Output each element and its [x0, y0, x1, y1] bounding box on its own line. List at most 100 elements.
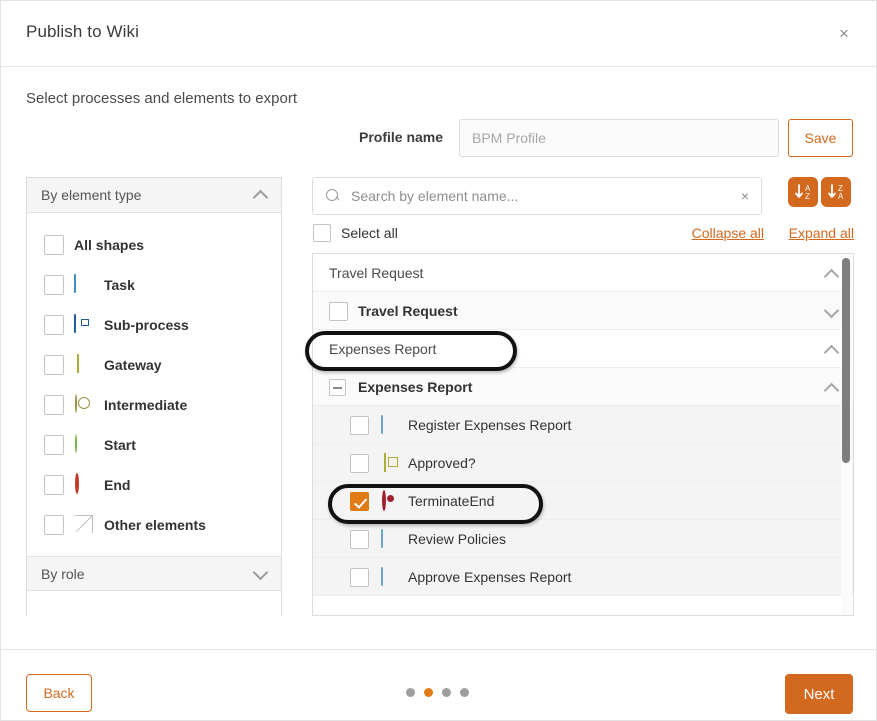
task-icon — [74, 275, 94, 295]
task-icon — [381, 530, 401, 550]
step-dot-1[interactable] — [406, 688, 415, 697]
clear-search-icon[interactable]: × — [741, 188, 749, 204]
dialog-subtitle: Select processes and elements to export — [26, 90, 297, 107]
back-button[interactable]: Back — [26, 674, 92, 712]
checkbox-sub-process[interactable] — [44, 315, 64, 335]
section-by-element-type-label: By element type — [41, 187, 141, 203]
sort-descending-button[interactable]: Z A — [821, 177, 851, 207]
gateway-icon — [381, 454, 401, 474]
section-by-role[interactable]: By role — [27, 556, 281, 591]
element-type-item-task[interactable]: Task — [27, 266, 281, 306]
tree-row-checkbox[interactable] — [350, 416, 369, 435]
tree-row[interactable]: Approved? — [313, 444, 853, 482]
element-type-item-gateway[interactable]: Gateway — [27, 346, 281, 386]
profile-name-label: Profile name — [359, 129, 443, 145]
step-dot-2[interactable] — [424, 688, 433, 697]
tree-row[interactable]: Travel Request — [313, 292, 853, 330]
select-all-row: Select all Collapse all Expand all — [312, 222, 854, 246]
close-icon[interactable]: × — [832, 22, 856, 46]
search-icon — [326, 189, 340, 203]
other-elements-icon — [74, 515, 94, 535]
chevron-up-icon — [255, 190, 267, 202]
tree-row-checkbox[interactable] — [350, 530, 369, 549]
tree-row-checkbox[interactable] — [350, 492, 369, 511]
checkbox-intermediate[interactable] — [44, 395, 64, 415]
task-icon — [381, 416, 401, 436]
end-event-icon — [381, 492, 401, 512]
svg-text:Z: Z — [805, 192, 810, 201]
element-type-item-other-elements[interactable]: Other elements — [27, 506, 281, 546]
tree-row-checkbox[interactable] — [329, 302, 348, 321]
section-by-element-type[interactable]: By element type — [27, 178, 281, 213]
select-all-checkbox[interactable] — [313, 224, 331, 242]
expand-all-link[interactable]: Expand all — [789, 225, 854, 241]
tree-row-label: Expenses Report — [358, 379, 472, 395]
element-type-item-sub-process[interactable]: Sub-process — [27, 306, 281, 346]
next-button[interactable]: Next — [785, 674, 853, 714]
tree-row-label: Expenses Report — [329, 341, 436, 357]
tree-scrollbar-thumb[interactable] — [842, 258, 850, 463]
element-tree[interactable]: Travel Request Travel Request Expenses R… — [312, 253, 854, 616]
element-type-label: Sub-process — [104, 317, 189, 333]
checkbox-all-shapes[interactable] — [44, 235, 64, 255]
step-indicator — [406, 688, 469, 697]
tree-row-label: TerminateEnd — [408, 493, 494, 509]
dialog-footer: Back Next — [1, 649, 877, 720]
page-title: Publish to Wiki — [26, 22, 139, 42]
tree-row-label: Approve Expenses Report — [408, 569, 571, 585]
by-role-empty-area — [27, 591, 281, 651]
chevron-down-icon[interactable] — [826, 307, 838, 317]
collapse-all-link[interactable]: Collapse all — [692, 225, 764, 241]
element-type-item-intermediate[interactable]: Intermediate — [27, 386, 281, 426]
search-input[interactable] — [349, 178, 729, 214]
checkbox-other-elements[interactable] — [44, 515, 64, 535]
end-event-icon — [74, 475, 94, 495]
tree-row-checkbox[interactable] — [350, 454, 369, 473]
element-type-item-all-shapes[interactable]: All shapes — [27, 226, 281, 266]
element-type-item-end[interactable]: End — [27, 466, 281, 506]
tree-row[interactable]: Expenses Report — [313, 330, 853, 368]
profile-name-input[interactable] — [459, 119, 779, 157]
checkbox-gateway[interactable] — [44, 355, 64, 375]
element-type-label: All shapes — [74, 237, 144, 253]
element-type-label: Other elements — [104, 517, 206, 533]
element-type-item-start[interactable]: Start — [27, 426, 281, 466]
profile-name-row: Profile name Save — [1, 119, 877, 159]
publish-to-wiki-dialog: Publish to Wiki × Select processes and e… — [0, 0, 877, 721]
section-by-role-label: By role — [41, 566, 85, 582]
chevron-up-icon[interactable] — [826, 269, 838, 279]
intermediate-event-icon — [74, 395, 94, 415]
tree-row[interactable]: Travel Request — [313, 254, 853, 292]
select-all-label: Select all — [341, 225, 398, 241]
element-type-list: All shapes Task Sub-process Gateway — [27, 213, 281, 556]
tree-row[interactable]: Expenses Report — [313, 368, 853, 406]
chevron-up-icon[interactable] — [826, 383, 838, 393]
task-icon — [381, 568, 401, 588]
checkbox-end[interactable] — [44, 475, 64, 495]
chevron-down-icon — [255, 569, 267, 581]
chevron-up-icon[interactable] — [826, 345, 838, 355]
element-type-label: Task — [104, 277, 135, 293]
checkbox-start[interactable] — [44, 435, 64, 455]
checkbox-task[interactable] — [44, 275, 64, 295]
element-type-label: Intermediate — [104, 397, 187, 413]
tree-row[interactable]: Register Expenses Report — [313, 406, 853, 444]
tree-row[interactable]: Approve Expenses Report — [313, 558, 853, 596]
sub-process-icon — [74, 315, 94, 335]
tree-row-checkbox[interactable] — [350, 568, 369, 587]
tree-row-label: Approved? — [408, 455, 476, 471]
gateway-icon — [74, 355, 94, 375]
dialog-header: Publish to Wiki × — [1, 1, 877, 67]
search-box: × — [312, 177, 762, 215]
collapse-toggle-icon[interactable] — [329, 379, 346, 396]
filter-panel: By element type All shapes Task Sub-proc… — [26, 177, 282, 616]
save-button[interactable]: Save — [788, 119, 853, 157]
tree-row[interactable]: TerminateEnd — [313, 482, 853, 520]
tree-scrollbar-track[interactable] — [841, 255, 852, 616]
step-dot-4[interactable] — [460, 688, 469, 697]
step-dot-3[interactable] — [442, 688, 451, 697]
tree-row-label: Travel Request — [358, 303, 458, 319]
tree-row-label: Review Policies — [408, 531, 506, 547]
sort-ascending-button[interactable]: A Z — [788, 177, 818, 207]
tree-row[interactable]: Review Policies — [313, 520, 853, 558]
